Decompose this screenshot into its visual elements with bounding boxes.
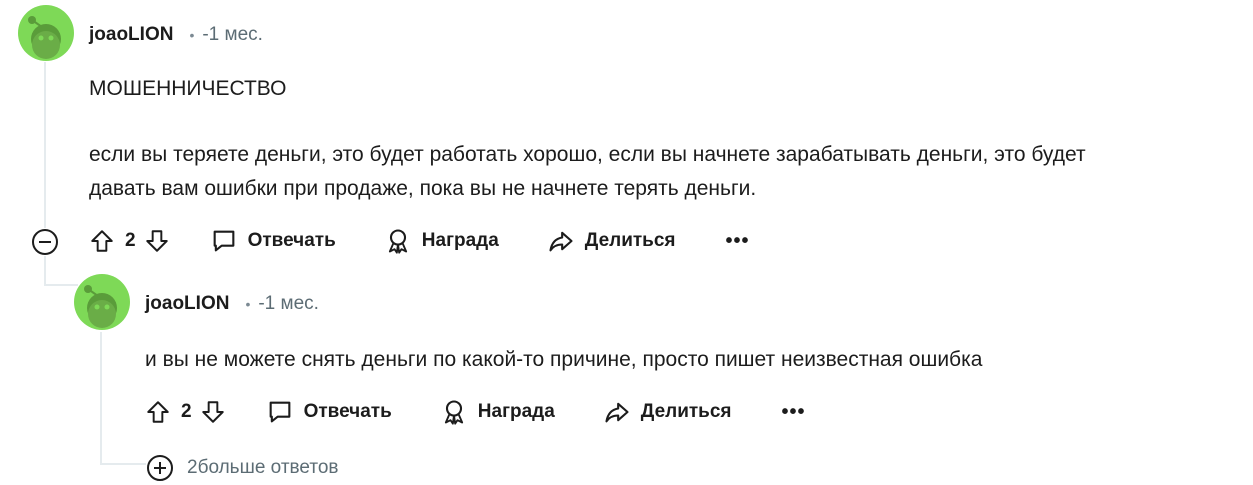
award-button[interactable]: Награда: [384, 227, 499, 255]
reply-button[interactable]: Отвечать: [210, 227, 336, 255]
more-replies-button[interactable]: 2больше ответов: [147, 455, 339, 481]
share-button[interactable]: Делиться: [603, 398, 732, 426]
username[interactable]: joaoLION: [89, 24, 173, 46]
comment-paragraph: если вы теряете деньги, это будет работа…: [89, 143, 1086, 166]
arrow-up-icon: [91, 230, 113, 252]
comment-paragraph: и вы не можете снять деньги по какой-то …: [145, 348, 983, 371]
more-options-button[interactable]: •••: [782, 401, 806, 424]
comment-paragraph: давать вам ошибки при продаже, пока вы н…: [89, 177, 757, 200]
timestamp[interactable]: -1 мес.: [202, 24, 263, 46]
award-button[interactable]: Награда: [440, 398, 555, 426]
username[interactable]: joaoLION: [145, 293, 229, 315]
comment-paragraph: МОШЕННИЧЕСТВО: [89, 77, 287, 100]
thread-line-reply: [100, 332, 102, 464]
timestamp[interactable]: -1 мес.: [258, 293, 319, 315]
share-arrow-icon: [605, 402, 629, 423]
thread-line-more-branch: [100, 463, 146, 465]
reply-label: Отвечать: [247, 230, 336, 251]
vote-count: 2: [181, 401, 192, 422]
comment-meta: joaoLION • -1 мес.: [145, 293, 319, 315]
arrow-down-icon: [201, 401, 224, 423]
reply-button[interactable]: Отвечать: [266, 398, 392, 426]
comment-actions: 2 Отвечать Награда Делиться •••: [145, 392, 806, 432]
snoo-avatar-icon: [28, 16, 61, 59]
arrow-down-icon: [145, 230, 168, 252]
upvote-button[interactable]: [145, 399, 171, 425]
more-replies-label: 2больше ответов: [187, 457, 339, 478]
downvote-button[interactable]: [144, 228, 170, 254]
arrow-up-icon: [147, 401, 169, 423]
share-arrow-icon: [549, 231, 573, 252]
award-label: Награда: [477, 401, 555, 422]
separator-dot: •: [189, 27, 195, 43]
speech-bubble-icon: [213, 230, 234, 252]
comment-meta: joaoLION • -1 мес.: [89, 24, 263, 46]
avatar[interactable]: [18, 5, 74, 61]
comment-actions: 2 Отвечать Награда Делиться •••: [89, 221, 750, 261]
downvote-button[interactable]: [200, 399, 226, 425]
plus-circle-icon: [147, 455, 173, 481]
award-ribbon-icon: [388, 229, 407, 254]
share-label: Делиться: [640, 401, 732, 422]
separator-dot: •: [245, 296, 251, 312]
snoo-avatar-icon: [84, 285, 117, 328]
more-options-button[interactable]: •••: [726, 230, 750, 253]
avatar[interactable]: [74, 274, 130, 330]
award-label: Награда: [421, 230, 499, 251]
upvote-button[interactable]: [89, 228, 115, 254]
share-label: Делиться: [584, 230, 676, 251]
thread-line-main-lower: [44, 256, 46, 286]
speech-bubble-icon: [269, 401, 290, 423]
vote-count: 2: [125, 230, 136, 251]
thread-line-branch: [44, 284, 78, 286]
thread-line-main: [44, 62, 46, 228]
share-button[interactable]: Делиться: [547, 227, 676, 255]
award-ribbon-icon: [444, 400, 463, 425]
collapse-thread-button[interactable]: [32, 229, 58, 255]
reply-label: Отвечать: [303, 401, 392, 422]
